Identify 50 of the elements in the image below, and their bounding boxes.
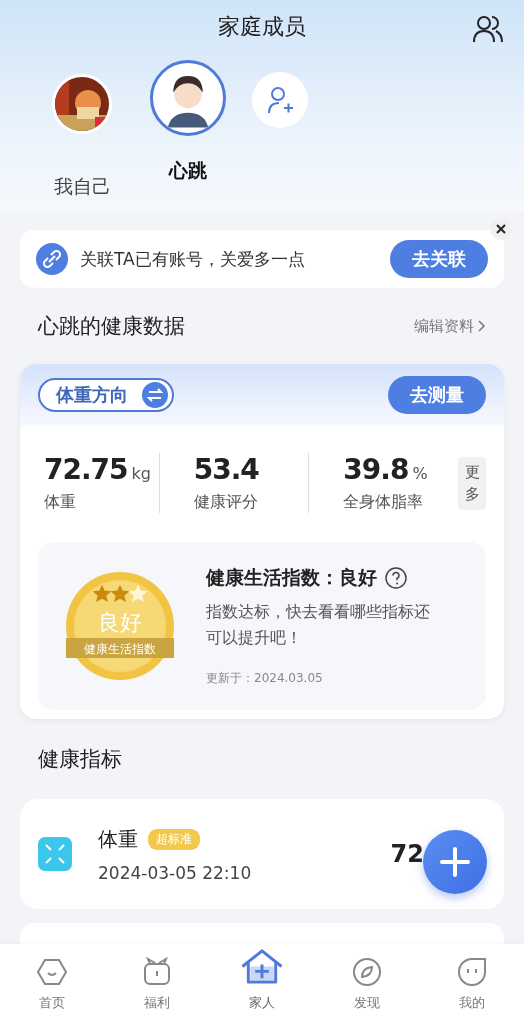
- metric-label: 全身体脂率: [343, 492, 425, 513]
- compass-icon: [350, 956, 383, 988]
- indicator-name: 体重: [98, 825, 138, 853]
- update-date: 更新于：2024.03.05: [206, 670, 324, 688]
- close-button[interactable]: [490, 218, 512, 240]
- edit-profile-link[interactable]: 编辑资料: [414, 316, 486, 336]
- nav-tab[interactable]: 首页: [0, 944, 105, 1024]
- metric-value: 72.75: [44, 453, 128, 486]
- mode-button[interactable]: 体重方向: [38, 378, 174, 412]
- metric-value: 39.8: [343, 453, 409, 486]
- indicator-time: 2024-03-05 22:10: [98, 862, 253, 883]
- section-title: 心跳的健康数据: [38, 313, 185, 340]
- link-button[interactable]: 去关联: [390, 240, 488, 278]
- nav-tab[interactable]: 发现: [314, 944, 420, 1024]
- add-member-button[interactable]: [252, 72, 308, 128]
- indicator-value: 72: [390, 840, 424, 868]
- help-icon[interactable]: [385, 566, 407, 589]
- nav-tab[interactable]: 家人: [209, 944, 315, 1024]
- star-icon: [128, 584, 148, 603]
- metric-unit: %: [412, 464, 428, 483]
- medal-caption: 健康生活指数: [84, 642, 156, 656]
- close-icon: [496, 224, 506, 234]
- chevron-right-icon: [478, 320, 486, 332]
- page-title: 家庭成员: [218, 13, 306, 41]
- metric-label: 健康评分: [193, 492, 259, 513]
- indicator-card[interactable]: 体重 超标准 2024-03-05 22:10 72: [20, 799, 504, 909]
- more-button[interactable]: 更多: [458, 456, 486, 510]
- metric-unit: kg: [131, 464, 151, 483]
- index-description: 指数达标，快去看看哪些指标还可以提升吧！: [206, 600, 431, 649]
- add-person-icon: [265, 85, 295, 115]
- metric-label: 体重: [44, 492, 77, 513]
- hexagon-icon: [36, 956, 69, 988]
- medal-grade: 良好: [98, 610, 142, 635]
- status-tag: 超标准: [148, 828, 200, 850]
- swap-icon: [142, 382, 168, 408]
- star-icon: [92, 584, 112, 603]
- section-title: 健康指标: [38, 746, 122, 773]
- scale-icon: [38, 837, 72, 871]
- face-icon: [455, 956, 488, 988]
- member-tab[interactable]: 我自己: [40, 60, 124, 200]
- nav-tab[interactable]: 福利: [104, 944, 210, 1024]
- measure-button[interactable]: 去测量: [388, 376, 486, 414]
- star-icon: [110, 584, 130, 603]
- metric-value: 53.4: [193, 453, 259, 486]
- index-title: 健康生活指数：良好: [206, 564, 377, 590]
- nav-tab[interactable]: 我的: [419, 944, 524, 1024]
- banner-text: 关联TA已有账号，关爱多一点: [80, 247, 306, 271]
- link-icon: [36, 243, 68, 275]
- people-icon[interactable]: [472, 14, 504, 44]
- plus-icon: [440, 847, 470, 877]
